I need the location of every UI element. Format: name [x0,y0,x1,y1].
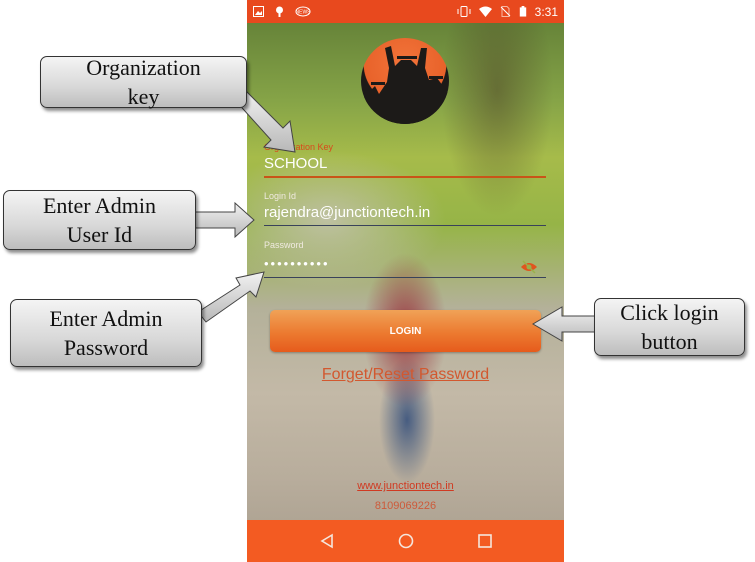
arrow-to-login-button [532,306,596,342]
callout-user-id: Enter Admin User Id [3,190,196,250]
callout-login: Click login button [594,298,745,356]
arrow-to-password [197,271,265,323]
callout-org-key: Organization key [40,55,247,109]
arrow-to-login-id [192,201,255,239]
callout-password: Enter Admin Password [10,299,202,367]
